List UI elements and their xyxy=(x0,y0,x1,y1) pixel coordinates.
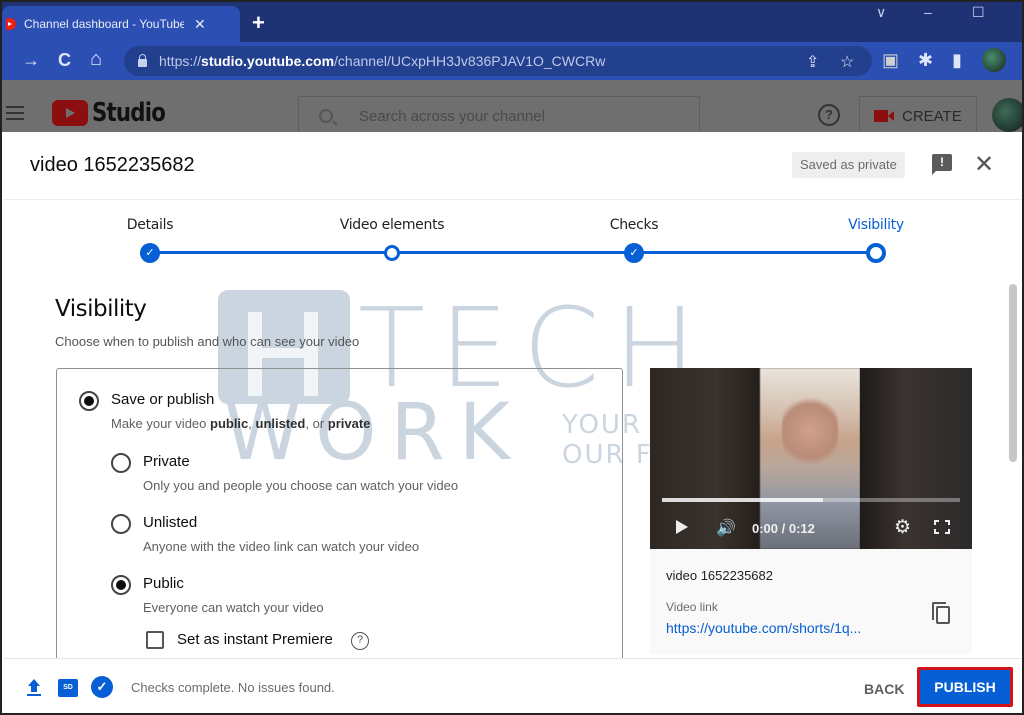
stepper-line xyxy=(150,251,878,254)
browser-toolbar: → C ⌂ https://studio.youtube.com/channel… xyxy=(2,42,1022,80)
share-icon[interactable]: ⇪ xyxy=(806,52,819,72)
upload-dialog: video 1652235682 Saved as private ✕ Deta… xyxy=(4,132,1022,713)
help-icon: ? xyxy=(818,104,840,126)
back-button[interactable]: BACK xyxy=(854,671,914,707)
step-video-elements-dot[interactable] xyxy=(384,245,400,261)
upload-stepper: Details Video elements Checks Visibility xyxy=(4,200,1004,280)
video-time: 0:00 / 0:12 xyxy=(752,521,815,536)
create-button: CREATE xyxy=(859,96,977,136)
unlisted-desc: Anyone with the video link can watch you… xyxy=(143,539,420,554)
tab-title: Channel dashboard - YouTube Studio xyxy=(24,17,184,31)
private-radio[interactable] xyxy=(111,453,131,473)
step-checks-label[interactable]: Checks xyxy=(610,217,659,233)
video-player[interactable]: 🔊 0:00 / 0:12 ⚙ xyxy=(650,368,972,549)
premiere-help-icon[interactable]: ? xyxy=(351,632,369,650)
address-bar[interactable]: https://studio.youtube.com/channel/UCxpH… xyxy=(124,46,872,76)
reload-button[interactable]: C xyxy=(58,50,71,71)
step-video-elements-label[interactable]: Video elements xyxy=(340,217,445,233)
save-or-publish-desc: Make your video public, unlisted, or pri… xyxy=(111,416,371,431)
publish-button[interactable]: PUBLISH xyxy=(917,667,1013,707)
instant-premiere-label[interactable]: Set as instant Premiere xyxy=(177,631,333,648)
instant-premiere-checkbox[interactable] xyxy=(146,631,164,649)
video-controls: 🔊 0:00 / 0:12 ⚙ xyxy=(650,513,972,543)
video-name: video 1652235682 xyxy=(666,568,773,583)
feedback-icon[interactable] xyxy=(932,154,952,175)
settings-gear-icon[interactable]: ⚙ xyxy=(894,516,911,539)
extension-icon[interactable]: ▣ xyxy=(882,50,899,71)
save-or-publish-label[interactable]: Save or publish xyxy=(111,391,214,408)
forward-button[interactable]: → xyxy=(22,50,40,71)
unlisted-label[interactable]: Unlisted xyxy=(143,514,197,531)
new-tab-button[interactable]: + xyxy=(252,10,265,36)
visibility-subtitle: Choose when to publish and who can see y… xyxy=(55,334,360,349)
save-or-publish-panel: Save or publish Make your video public, … xyxy=(56,368,623,668)
studio-logo-text: Studio xyxy=(92,98,166,128)
home-button[interactable]: ⌂ xyxy=(90,48,102,71)
volume-icon[interactable]: 🔊 xyxy=(716,518,736,538)
video-camera-icon xyxy=(874,110,894,122)
minimize-button[interactable]: – xyxy=(924,4,932,20)
browser-tab[interactable]: Channel dashboard - YouTube Studio ✕ xyxy=(2,6,240,42)
save-or-publish-radio[interactable] xyxy=(79,391,99,411)
saved-status-badge: Saved as private xyxy=(792,152,905,178)
video-buffer-fill xyxy=(662,498,823,502)
video-preview-card: 🔊 0:00 / 0:12 ⚙ video 1652235682 Video l… xyxy=(650,368,972,654)
step-details-label[interactable]: Details xyxy=(127,217,174,233)
step-details-check-icon[interactable] xyxy=(140,243,160,263)
create-label: CREATE xyxy=(902,107,962,125)
browser-tab-bar: Channel dashboard - YouTube Studio ✕ + ∨… xyxy=(2,2,1022,42)
channel-avatar xyxy=(992,98,1022,132)
screenshot-frame: Channel dashboard - YouTube Studio ✕ + ∨… xyxy=(0,0,1024,715)
play-icon[interactable] xyxy=(676,520,688,534)
video-link-label: Video link xyxy=(666,600,718,614)
dialog-scrollbar[interactable] xyxy=(1009,284,1017,462)
profile-avatar[interactable] xyxy=(982,48,1006,72)
fullscreen-icon[interactable] xyxy=(934,520,950,534)
public-radio[interactable] xyxy=(111,575,131,595)
maximize-button[interactable]: ☐ xyxy=(972,4,985,21)
private-desc: Only you and people you choose can watch… xyxy=(143,478,459,493)
youtube-logo-icon xyxy=(52,100,88,126)
dialog-header: video 1652235682 Saved as private ✕ xyxy=(4,132,1022,200)
public-label[interactable]: Public xyxy=(143,575,184,592)
step-checks-check-icon[interactable] xyxy=(624,243,644,263)
close-dialog-button[interactable]: ✕ xyxy=(974,150,994,179)
sd-quality-icon[interactable]: SD xyxy=(58,679,78,697)
tab-close-icon[interactable]: ✕ xyxy=(194,16,206,33)
channel-search-input: Search across your channel xyxy=(298,96,700,136)
lock-icon xyxy=(138,54,147,67)
dialog-footer: SD ✓ Checks complete. No issues found. B… xyxy=(4,658,1022,713)
dialog-title: video 1652235682 xyxy=(30,154,195,176)
video-link[interactable]: https://youtube.com/shorts/1q... xyxy=(666,620,861,636)
step-visibility-label[interactable]: Visibility xyxy=(848,217,904,233)
side-panel-icon[interactable]: ▮ xyxy=(952,50,962,71)
url-text: https://studio.youtube.com/channel/UCxpH… xyxy=(159,53,606,69)
public-desc: Everyone can watch your video xyxy=(143,600,324,615)
search-icon xyxy=(319,109,333,123)
copy-icon[interactable] xyxy=(932,602,952,626)
extensions-puzzle-icon[interactable]: ✱ xyxy=(918,50,933,71)
youtube-favicon-icon xyxy=(6,18,16,30)
bookmark-star-icon[interactable]: ☆ xyxy=(840,52,854,72)
menu-hamburger-icon xyxy=(6,106,24,124)
visibility-heading: Visibility xyxy=(55,296,147,322)
private-label[interactable]: Private xyxy=(143,453,190,470)
checks-complete-icon[interactable]: ✓ xyxy=(91,676,113,698)
tab-search-icon[interactable]: ∨ xyxy=(876,4,886,21)
unlisted-radio[interactable] xyxy=(111,514,131,534)
search-placeholder: Search across your channel xyxy=(359,107,545,125)
upload-icon[interactable] xyxy=(26,679,42,697)
checks-status-text: Checks complete. No issues found. xyxy=(131,680,335,695)
step-visibility-dot[interactable] xyxy=(866,243,886,263)
video-progress-bar[interactable] xyxy=(662,498,960,502)
